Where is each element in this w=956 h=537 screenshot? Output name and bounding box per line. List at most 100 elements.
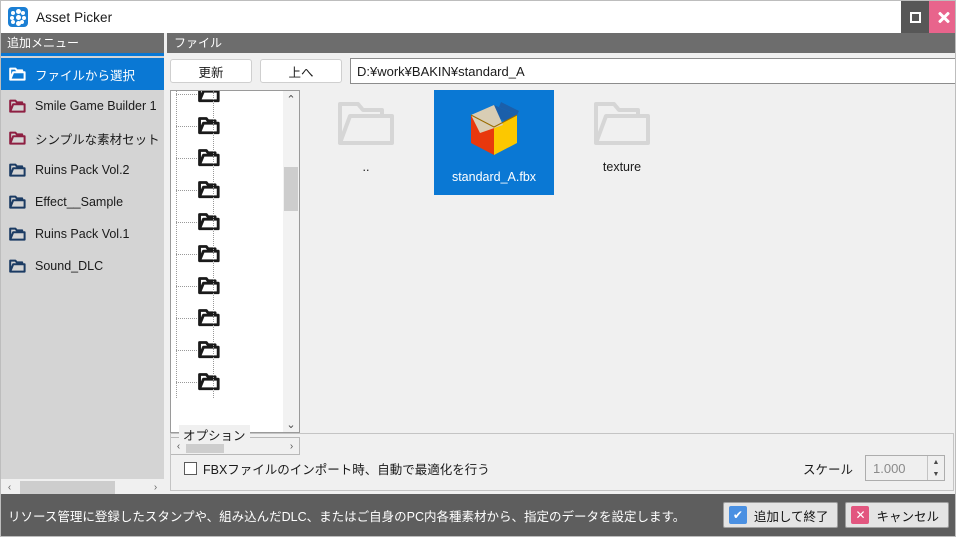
folder-icon — [198, 244, 220, 268]
window-title: Asset Picker — [36, 9, 113, 25]
tree-node[interactable] — [171, 367, 283, 399]
auto-optimize-label: FBXファイルのインポート時、自動で最適化を行う — [203, 463, 490, 477]
file-item-label: texture — [602, 160, 642, 174]
auto-optimize-checkbox-row[interactable]: FBXファイルのインポート時、自動で最適化を行う — [184, 459, 490, 478]
file-panel-header: ファイル — [167, 33, 955, 53]
close-button[interactable] — [929, 1, 955, 33]
maximize-button[interactable] — [901, 1, 929, 33]
tree-connector — [176, 175, 177, 207]
cancel-label: キャンセル — [876, 509, 939, 524]
folder-icon — [9, 99, 26, 113]
refresh-button[interactable]: 更新 — [170, 59, 252, 83]
tree-node[interactable] — [171, 303, 283, 335]
scale-decrement-icon[interactable]: ▼ — [928, 468, 944, 480]
sidebar-item-4[interactable]: Effect__Sample — [1, 186, 164, 218]
sidebar-item-6[interactable]: Sound_DLC — [1, 250, 164, 282]
file-toolbar: 更新 上へ D:¥work¥BAKIN¥standard_A — [170, 58, 955, 84]
sidebar-header: 追加メニュー — [1, 33, 164, 53]
tree-connector — [176, 254, 198, 255]
sidebar-item-label: ファイルから選択 — [35, 68, 136, 83]
up-directory-button[interactable]: 上へ — [260, 59, 342, 83]
scale-stepper[interactable]: 1.000 ▲ ▼ — [865, 455, 945, 481]
tree-connector — [213, 271, 214, 303]
confirm-add-label: 追加して終了 — [753, 509, 829, 524]
tree-connector — [213, 143, 214, 175]
sidebar-item-2[interactable]: シンプルな素材セット — [1, 122, 164, 154]
tree-connector — [176, 286, 198, 287]
title-bar: Asset Picker — [1, 1, 955, 33]
confirm-add-button[interactable]: ✔ 追加して終了 — [722, 502, 839, 528]
scale-spin-buttons[interactable]: ▲ ▼ — [927, 456, 944, 480]
tree-connector — [176, 271, 177, 303]
tree-connector — [176, 94, 198, 95]
tree-connector — [176, 318, 198, 319]
folder-icon — [198, 180, 220, 204]
folder-icon — [198, 116, 220, 140]
tree-node[interactable] — [171, 239, 283, 271]
sidebar-item-5[interactable]: Ruins Pack Vol.1 — [1, 218, 164, 250]
status-bar: リソース管理に登録したスタンプや、組み込んだDLC、またはご自身のPC内各種素材… — [1, 494, 955, 536]
sidebar-item-label: シンプルな素材セット — [35, 132, 160, 147]
window-controls — [901, 1, 955, 33]
tree-scroll-down-icon[interactable]: ⌄ — [283, 416, 299, 432]
directory-tree-nodes — [171, 91, 283, 432]
sidebar-item-label: Effect__Sample — [35, 195, 124, 209]
folder-icon — [198, 340, 220, 364]
sidebar-item-list: ファイルから選択 Smile Game Builder 1 シンプルな素材セット Ru… — [1, 56, 164, 282]
file-grid: .. standard_A.fbx texture — [306, 90, 954, 455]
sidebar-scroll-thumb[interactable] — [20, 481, 115, 494]
file-item-label: standard_A.fbx — [451, 170, 537, 184]
tree-node[interactable] — [171, 271, 283, 303]
auto-optimize-checkbox[interactable] — [184, 462, 197, 475]
options-legend: オプション — [179, 425, 250, 444]
scale-increment-icon[interactable]: ▲ — [928, 456, 944, 468]
tree-connector — [176, 239, 177, 271]
tree-connector — [176, 126, 198, 127]
tree-node[interactable] — [171, 91, 283, 111]
tree-connector — [213, 239, 214, 271]
tree-connector — [176, 335, 177, 367]
sidebar-item-0[interactable]: ファイルから選択 — [1, 58, 164, 90]
scale-label: スケール — [802, 462, 853, 477]
asset-picker-window: Asset Picker 追加メニュー ファイルから選択 Smile Game B… — [0, 0, 956, 537]
tree-node[interactable] — [171, 207, 283, 239]
close-icon: ✕ — [851, 506, 870, 524]
tree-node[interactable] — [171, 335, 283, 367]
tree-vscrollbar[interactable]: ⌃ ⌄ — [283, 91, 299, 432]
file-item[interactable]: .. — [306, 90, 426, 195]
file-item[interactable]: standard_A.fbx — [434, 90, 554, 195]
tree-node[interactable] — [171, 175, 283, 207]
directory-tree[interactable]: ⌃ ⌄ — [170, 90, 300, 433]
file-item[interactable]: texture — [562, 90, 682, 195]
sidebar-item-1[interactable]: Smile Game Builder 1 — [1, 90, 164, 122]
folder-icon — [9, 131, 26, 145]
close-icon — [937, 11, 950, 24]
tree-connector — [213, 175, 214, 207]
file-item-label: .. — [362, 160, 370, 174]
folder-icon — [9, 227, 26, 241]
tree-connector — [176, 350, 198, 351]
dialog-actions: ✔ 追加して終了 ✕ キャンセル — [722, 502, 949, 528]
cancel-button[interactable]: ✕ キャンセル — [845, 502, 949, 528]
tree-scroll-up-icon[interactable]: ⌃ — [283, 91, 299, 107]
folder-icon — [198, 276, 220, 300]
folder-icon — [9, 67, 26, 81]
path-input[interactable]: D:¥work¥BAKIN¥standard_A — [350, 58, 955, 84]
folder-icon — [198, 91, 220, 108]
tree-connector — [213, 335, 214, 367]
sidebar-item-label: Ruins Pack Vol.2 — [35, 163, 130, 177]
tree-scroll-thumb[interactable] — [284, 167, 298, 211]
sidebar: 追加メニュー ファイルから選択 Smile Game Builder 1 シンプルな… — [1, 33, 164, 496]
maximize-icon — [909, 11, 921, 23]
tree-connector — [176, 222, 198, 223]
check-icon: ✔ — [728, 506, 747, 524]
tree-connector — [213, 207, 214, 239]
tree-connector — [213, 91, 214, 111]
tree-node[interactable] — [171, 111, 283, 143]
tree-connector — [176, 207, 177, 239]
scale-value[interactable]: 1.000 — [866, 461, 927, 476]
sidebar-item-3[interactable]: Ruins Pack Vol.2 — [1, 154, 164, 186]
tree-node[interactable] — [171, 143, 283, 175]
tree-connector — [213, 367, 214, 399]
folder-icon — [198, 148, 220, 172]
